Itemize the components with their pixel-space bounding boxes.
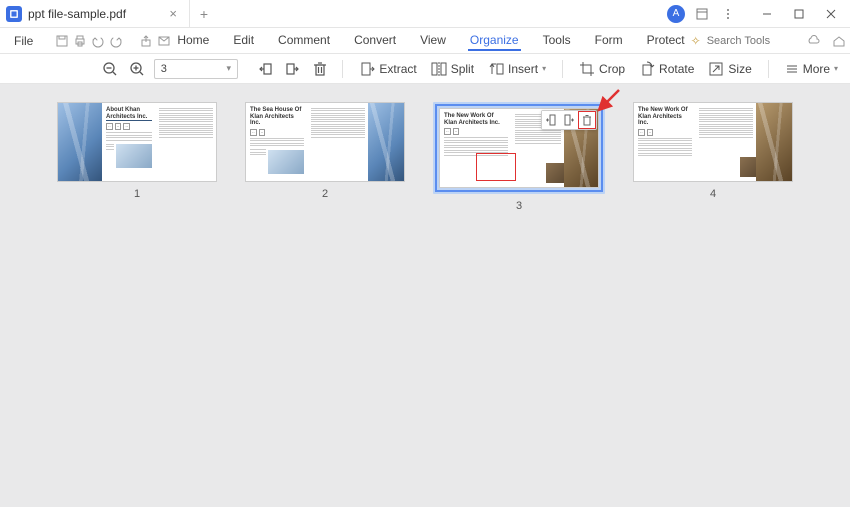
content-highlight-box: [476, 153, 516, 181]
menu-comment[interactable]: Comment: [276, 31, 332, 51]
menu-organize[interactable]: Organize: [468, 31, 521, 51]
window-app-icon[interactable]: [690, 3, 714, 25]
document-tab[interactable]: ppt file-sample.pdf ×: [0, 0, 190, 28]
page-number-label: 2: [322, 188, 328, 200]
zoom-in-icon[interactable]: [127, 58, 148, 80]
menu-home[interactable]: Home: [175, 31, 211, 51]
close-window-button[interactable]: [816, 3, 846, 25]
main-menu: Home Edit Comment Convert View Organize …: [175, 31, 686, 51]
page-thumbnail-2[interactable]: The Sea House Of Klan Architects Inc. ··…: [245, 102, 405, 200]
app-icon: [6, 6, 22, 22]
menu-edit[interactable]: Edit: [231, 31, 256, 51]
maximize-button[interactable]: [784, 3, 814, 25]
file-menu[interactable]: File: [8, 34, 39, 48]
titlebar: ppt file-sample.pdf × + A: [0, 0, 850, 28]
split-button[interactable]: Split: [427, 61, 478, 77]
page-thumbnail-4[interactable]: The New Work Of Klan Architects Inc. ···…: [633, 102, 793, 200]
cloud-icon[interactable]: [803, 31, 823, 51]
menu-convert[interactable]: Convert: [352, 31, 398, 51]
kebab-menu-icon[interactable]: [716, 3, 740, 25]
page-number-label: 1: [134, 188, 140, 200]
search-tools-input[interactable]: [707, 35, 797, 47]
menu-view[interactable]: View: [418, 31, 448, 51]
extract-button[interactable]: Extract: [355, 61, 420, 77]
rotate-left-icon[interactable]: [256, 58, 277, 80]
thumb-title: The New Work Of Klan Architects Inc.: [444, 113, 508, 126]
page-thumbnail-3[interactable]: The New Work Of Klan Architects Inc. ···…: [433, 102, 605, 212]
page-number-input[interactable]: 3▾: [154, 59, 238, 79]
email-icon[interactable]: [157, 31, 171, 51]
share-icon[interactable]: [139, 31, 153, 51]
page-number-label: 4: [710, 188, 716, 200]
delete-page-icon[interactable]: [578, 111, 596, 129]
menu-form[interactable]: Form: [593, 31, 625, 51]
more-button[interactable]: More▾: [781, 62, 842, 76]
minimize-button[interactable]: [752, 3, 782, 25]
rotate-button[interactable]: Rotate: [635, 61, 698, 77]
page-action-toolbar: [541, 110, 597, 130]
page-grid[interactable]: About Khan Architects Inc. ······ 1 The …: [0, 84, 850, 507]
rotate-right-icon[interactable]: [283, 58, 304, 80]
menu-protect[interactable]: Protect: [645, 31, 687, 51]
save-icon[interactable]: [55, 31, 69, 51]
organize-toolbar: 3▾ Extract Split Insert▾ Crop Rotate Siz…: [0, 54, 850, 84]
user-avatar[interactable]: A: [664, 3, 688, 25]
thumb-title: The New Work Of Klan Architects Inc.: [638, 107, 692, 127]
redo-icon[interactable]: [109, 31, 123, 51]
zoom-out-icon[interactable]: [100, 58, 121, 80]
close-tab-icon[interactable]: ×: [165, 6, 181, 21]
delete-icon[interactable]: [310, 58, 331, 80]
thumb-title: About Khan Architects Inc.: [106, 107, 152, 121]
crop-button[interactable]: Crop: [575, 61, 629, 77]
menubar: File Home Edit Comment Convert View Orga…: [0, 28, 850, 54]
insert-after-icon[interactable]: [560, 111, 578, 129]
undo-icon[interactable]: [91, 31, 105, 51]
size-button[interactable]: Size: [704, 61, 755, 77]
page-thumbnail-1[interactable]: About Khan Architects Inc. ······ 1: [57, 102, 217, 200]
insert-before-icon[interactable]: [542, 111, 560, 129]
print-icon[interactable]: [73, 31, 87, 51]
thumb-title: The Sea House Of Klan Architects Inc.: [250, 107, 304, 127]
menu-tools[interactable]: Tools: [541, 31, 573, 51]
insert-button[interactable]: Insert▾: [484, 61, 550, 77]
page-number-label: 3: [516, 200, 522, 212]
new-tab-button[interactable]: +: [190, 6, 218, 22]
sparkle-icon[interactable]: ✧: [691, 34, 701, 48]
home-icon[interactable]: [829, 31, 849, 51]
tab-title: ppt file-sample.pdf: [28, 7, 126, 21]
